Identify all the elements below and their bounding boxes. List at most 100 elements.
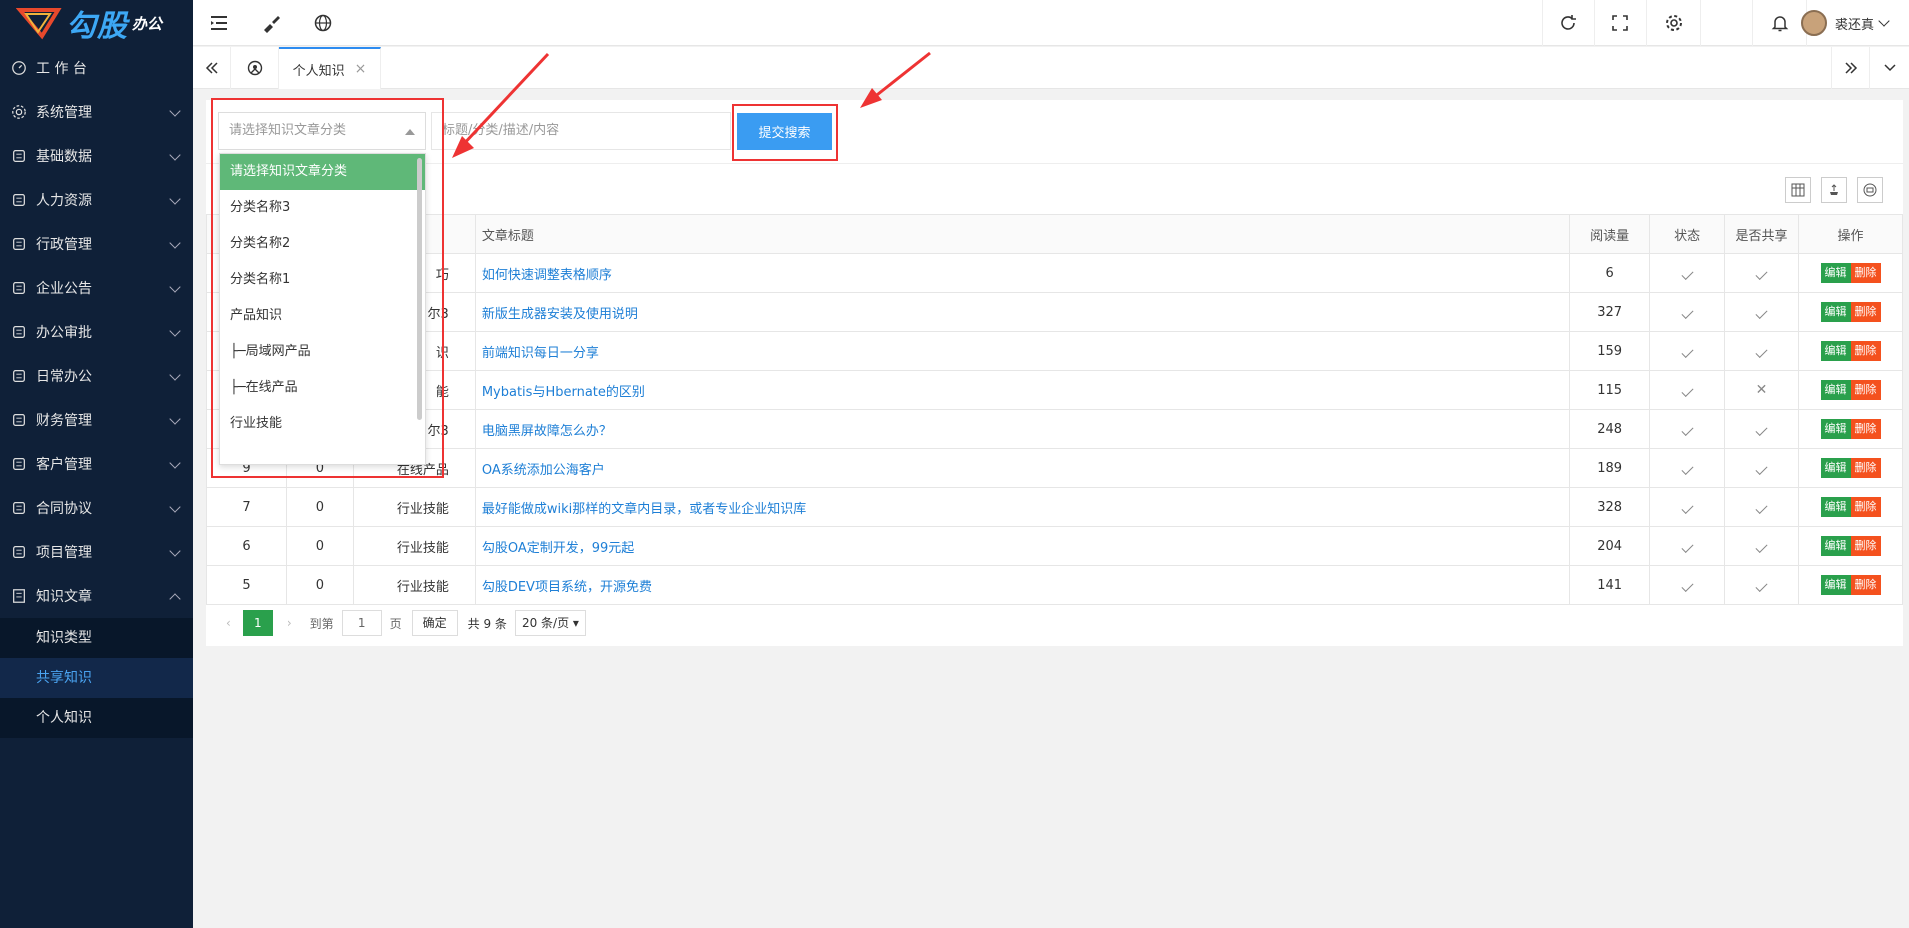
check-icon <box>1681 267 1694 280</box>
page-current[interactable]: 1 <box>242 610 273 636</box>
delete-button[interactable]: 删除 <box>1850 302 1881 322</box>
tab-personal-knowledge[interactable]: 个人知识 × <box>279 47 381 89</box>
tabs-scroll-right-icon[interactable] <box>1831 47 1869 89</box>
edit-button[interactable]: 编辑 <box>1820 380 1851 400</box>
chevron-icon <box>169 457 181 469</box>
sidebar-item-bell[interactable]: 企业公告 <box>0 266 193 310</box>
sidebar-item-calendar[interactable]: 日常办公 <box>0 354 193 398</box>
cell-title-link[interactable]: 勾股DEV项目系统，开源免费 <box>474 565 1571 605</box>
bell-icon <box>10 279 28 297</box>
cross-icon: ✕ <box>1755 382 1768 398</box>
sidebar-item-finance[interactable]: 财务管理 <box>0 398 193 442</box>
cell-reads: 327 <box>1569 292 1651 332</box>
delete-button[interactable]: 删除 <box>1850 458 1881 478</box>
logo[interactable]: 勾股 办公 <box>0 0 193 46</box>
delete-button[interactable]: 删除 <box>1850 419 1881 439</box>
tabs-menu-chevron-icon[interactable] <box>1869 47 1909 89</box>
cell-shared: ✕ <box>1724 370 1799 410</box>
topbar: 裘还真 <box>193 0 1909 46</box>
sidebar-item-admin[interactable]: 行政管理 <box>0 222 193 266</box>
delete-button[interactable]: 删除 <box>1850 263 1881 283</box>
delete-button[interactable]: 删除 <box>1850 575 1881 595</box>
cell-title-link[interactable]: 勾股OA定制开发，99元起 <box>474 526 1571 566</box>
cell-title-link[interactable]: 前端知识每日一分享 <box>474 331 1571 371</box>
check-icon <box>1681 423 1694 436</box>
cell-actions: 编辑 删除 <box>1798 409 1903 449</box>
edit-button[interactable]: 编辑 <box>1820 536 1851 556</box>
columns-icon[interactable] <box>1785 177 1811 203</box>
subnav-item-personal-knowledge[interactable]: 个人知识 <box>0 698 193 738</box>
cell-id: 7 <box>206 487 287 527</box>
sidebar-item-user-card[interactable]: 人力资源 <box>0 178 193 222</box>
check-icon <box>1681 579 1694 592</box>
fullscreen-icon[interactable] <box>1594 0 1646 46</box>
goto-confirm-button[interactable]: 确定 <box>411 610 458 636</box>
cell-title-link[interactable]: 电脑黑屏故障怎么办？ <box>474 409 1571 449</box>
cell-title-link[interactable]: 如何快速调整表格顺序 <box>474 253 1571 293</box>
cell-num: 0 <box>285 526 354 566</box>
cell-reads: 248 <box>1569 409 1651 449</box>
prev-page-icon[interactable]: ‹ <box>226 616 231 630</box>
sidebar-item-database[interactable]: 基础数据 <box>0 134 193 178</box>
export-icon[interactable] <box>1821 177 1847 203</box>
cell-shared <box>1724 409 1799 449</box>
page-size-select[interactable]: 20 条/页 ▾ <box>514 610 586 636</box>
sidebar-item-book[interactable]: 知识文章 <box>0 574 193 618</box>
cell-status <box>1649 565 1726 605</box>
tabs-scroll-left-icon[interactable] <box>193 47 231 89</box>
sidebar-item-project[interactable]: 项目管理 <box>0 530 193 574</box>
cell-status <box>1649 292 1726 332</box>
chevron-icon <box>169 545 181 557</box>
brush-icon[interactable] <box>245 0 297 46</box>
chevron-icon <box>169 281 181 293</box>
home-tab-icon[interactable] <box>231 47 279 89</box>
edit-button[interactable]: 编辑 <box>1820 497 1851 517</box>
user-menu[interactable]: 裘还真 <box>1801 10 1890 36</box>
print-icon[interactable] <box>1857 177 1883 203</box>
sidebar-item-dashboard[interactable]: 工 作 台 <box>0 46 193 90</box>
menu-toggle-icon[interactable] <box>193 0 245 46</box>
col-header-reads: 阅读量 <box>1569 214 1651 254</box>
edit-button[interactable]: 编辑 <box>1820 419 1851 439</box>
edit-button[interactable]: 编辑 <box>1820 341 1851 361</box>
cell-category: 行业技能 <box>352 487 476 527</box>
customer-icon <box>10 455 28 473</box>
cell-reads: 159 <box>1569 331 1651 371</box>
cell-title-link[interactable]: 最好能做成wiki那样的文章内目录，或者专业企业知识库 <box>474 487 1571 527</box>
globe-icon[interactable] <box>297 0 349 46</box>
sidebar-item-contract[interactable]: 合同协议 <box>0 486 193 530</box>
sidebar-item-customer[interactable]: 客户管理 <box>0 442 193 486</box>
delete-button[interactable]: 删除 <box>1850 497 1881 517</box>
dashboard-icon <box>10 59 28 77</box>
cell-actions: 编辑 删除 <box>1798 292 1903 332</box>
edit-button[interactable]: 编辑 <box>1820 575 1851 595</box>
delete-button[interactable]: 删除 <box>1850 536 1881 556</box>
tab-close-icon[interactable]: × <box>355 61 367 77</box>
refresh-icon[interactable] <box>1542 0 1594 46</box>
delete-button[interactable]: 删除 <box>1850 341 1881 361</box>
delete-button[interactable]: 删除 <box>1850 380 1881 400</box>
goto-page-input[interactable]: 1 <box>341 610 382 636</box>
chevron-icon <box>169 105 181 117</box>
settings-gear-icon[interactable] <box>1648 0 1700 46</box>
cell-title-link[interactable]: OA系统添加公海客户 <box>474 448 1571 488</box>
keyword-input[interactable]: 标题/分类/描述/内容 <box>431 112 731 150</box>
cell-title-link[interactable]: 新版生成器安装及使用说明 <box>474 292 1571 332</box>
notification-bell-icon[interactable] <box>1754 0 1806 46</box>
edit-button[interactable]: 编辑 <box>1820 263 1851 283</box>
cell-shared <box>1724 292 1799 332</box>
sidebar-item-gear[interactable]: 系统管理 <box>0 90 193 134</box>
subnav-item-shared-knowledge[interactable]: 共享知识 <box>0 658 193 698</box>
sidebar-item-label: 日常办公 <box>36 369 92 385</box>
edit-button[interactable]: 编辑 <box>1820 458 1851 478</box>
cell-reads: 141 <box>1569 565 1651 605</box>
cell-status <box>1649 487 1726 527</box>
page-size-value: 20 条/页 <box>521 616 570 630</box>
subnav-item-knowledge-type[interactable]: 知识类型 <box>0 618 193 658</box>
next-page-icon[interactable]: › <box>287 616 292 630</box>
total-count: 共 9 条 <box>467 616 507 631</box>
cell-title-link[interactable]: Mybatis与Hbernate的区别 <box>474 370 1571 410</box>
col-header-title: 文章标题 <box>474 214 1571 254</box>
sidebar-item-approval[interactable]: 办公审批 <box>0 310 193 354</box>
edit-button[interactable]: 编辑 <box>1820 302 1851 322</box>
